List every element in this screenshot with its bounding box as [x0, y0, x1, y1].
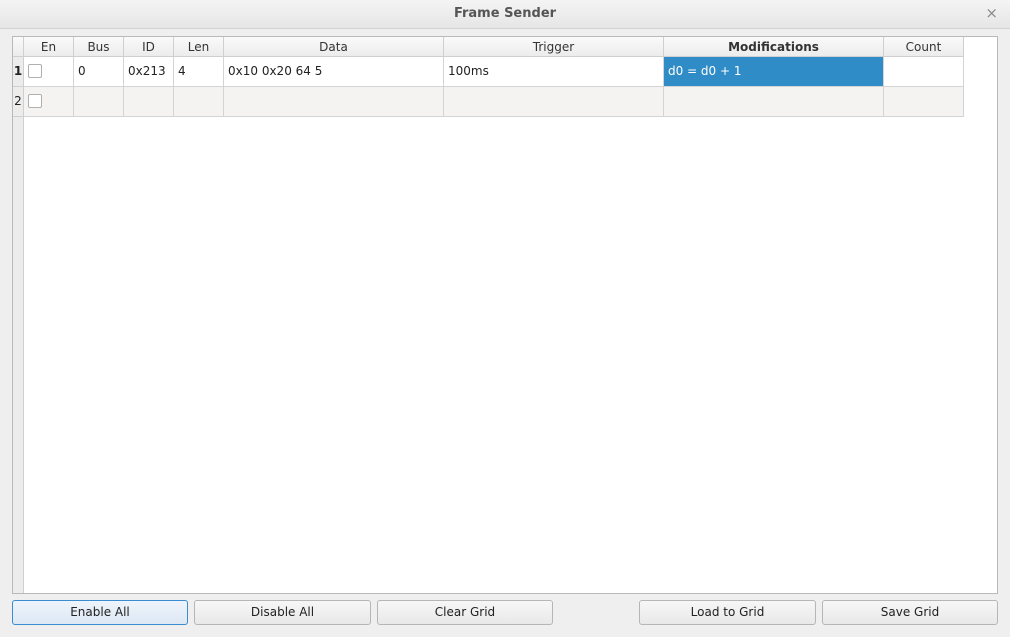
column-header-modifications[interactable]: Modifications — [664, 37, 884, 57]
load-to-grid-button[interactable]: Load to Grid — [639, 600, 816, 625]
title-bar: Frame Sender × — [0, 0, 1010, 29]
cell-en[interactable] — [24, 87, 74, 117]
row-number[interactable]: 2 — [13, 87, 24, 117]
cell-id[interactable]: 0x213 — [124, 57, 174, 87]
cell-en[interactable] — [24, 57, 74, 87]
cell-modifications[interactable] — [664, 87, 884, 117]
clear-grid-button[interactable]: Clear Grid — [377, 600, 553, 625]
frame-grid[interactable]: En Bus ID Len Data Trigger Modifications… — [12, 36, 998, 594]
enable-all-button[interactable]: Enable All — [12, 600, 188, 625]
cell-trigger[interactable]: 100ms — [444, 57, 664, 87]
cell-count[interactable] — [884, 57, 964, 87]
column-header-count[interactable]: Count — [884, 37, 964, 57]
cell-bus[interactable] — [74, 87, 124, 117]
window-title: Frame Sender — [453, 6, 557, 21]
enable-checkbox[interactable] — [28, 94, 42, 108]
column-header-en[interactable]: En — [24, 37, 74, 57]
cell-data[interactable] — [224, 87, 444, 117]
cell-bus[interactable]: 0 — [74, 57, 124, 87]
cell-len[interactable]: 4 — [174, 57, 224, 87]
column-header-bus[interactable]: Bus — [74, 37, 124, 57]
grid-corner — [13, 37, 24, 57]
column-header-id[interactable]: ID — [124, 37, 174, 57]
cell-count[interactable] — [884, 87, 964, 117]
column-header-len[interactable]: Len — [174, 37, 224, 57]
cell-modifications[interactable]: d0 = d0 + 1 — [664, 57, 884, 87]
cell-id[interactable] — [124, 87, 174, 117]
cell-len[interactable] — [174, 87, 224, 117]
close-icon[interactable]: × — [985, 4, 998, 22]
row-number[interactable]: 1 — [13, 57, 24, 87]
column-header-trigger[interactable]: Trigger — [444, 37, 664, 57]
cell-data[interactable]: 0x10 0x20 64 5 — [224, 57, 444, 87]
cell-trigger[interactable] — [444, 87, 664, 117]
enable-checkbox[interactable] — [28, 64, 42, 78]
row-header-strip — [13, 37, 24, 593]
column-header-data[interactable]: Data — [224, 37, 444, 57]
disable-all-button[interactable]: Disable All — [194, 600, 371, 625]
save-grid-button[interactable]: Save Grid — [822, 600, 998, 625]
